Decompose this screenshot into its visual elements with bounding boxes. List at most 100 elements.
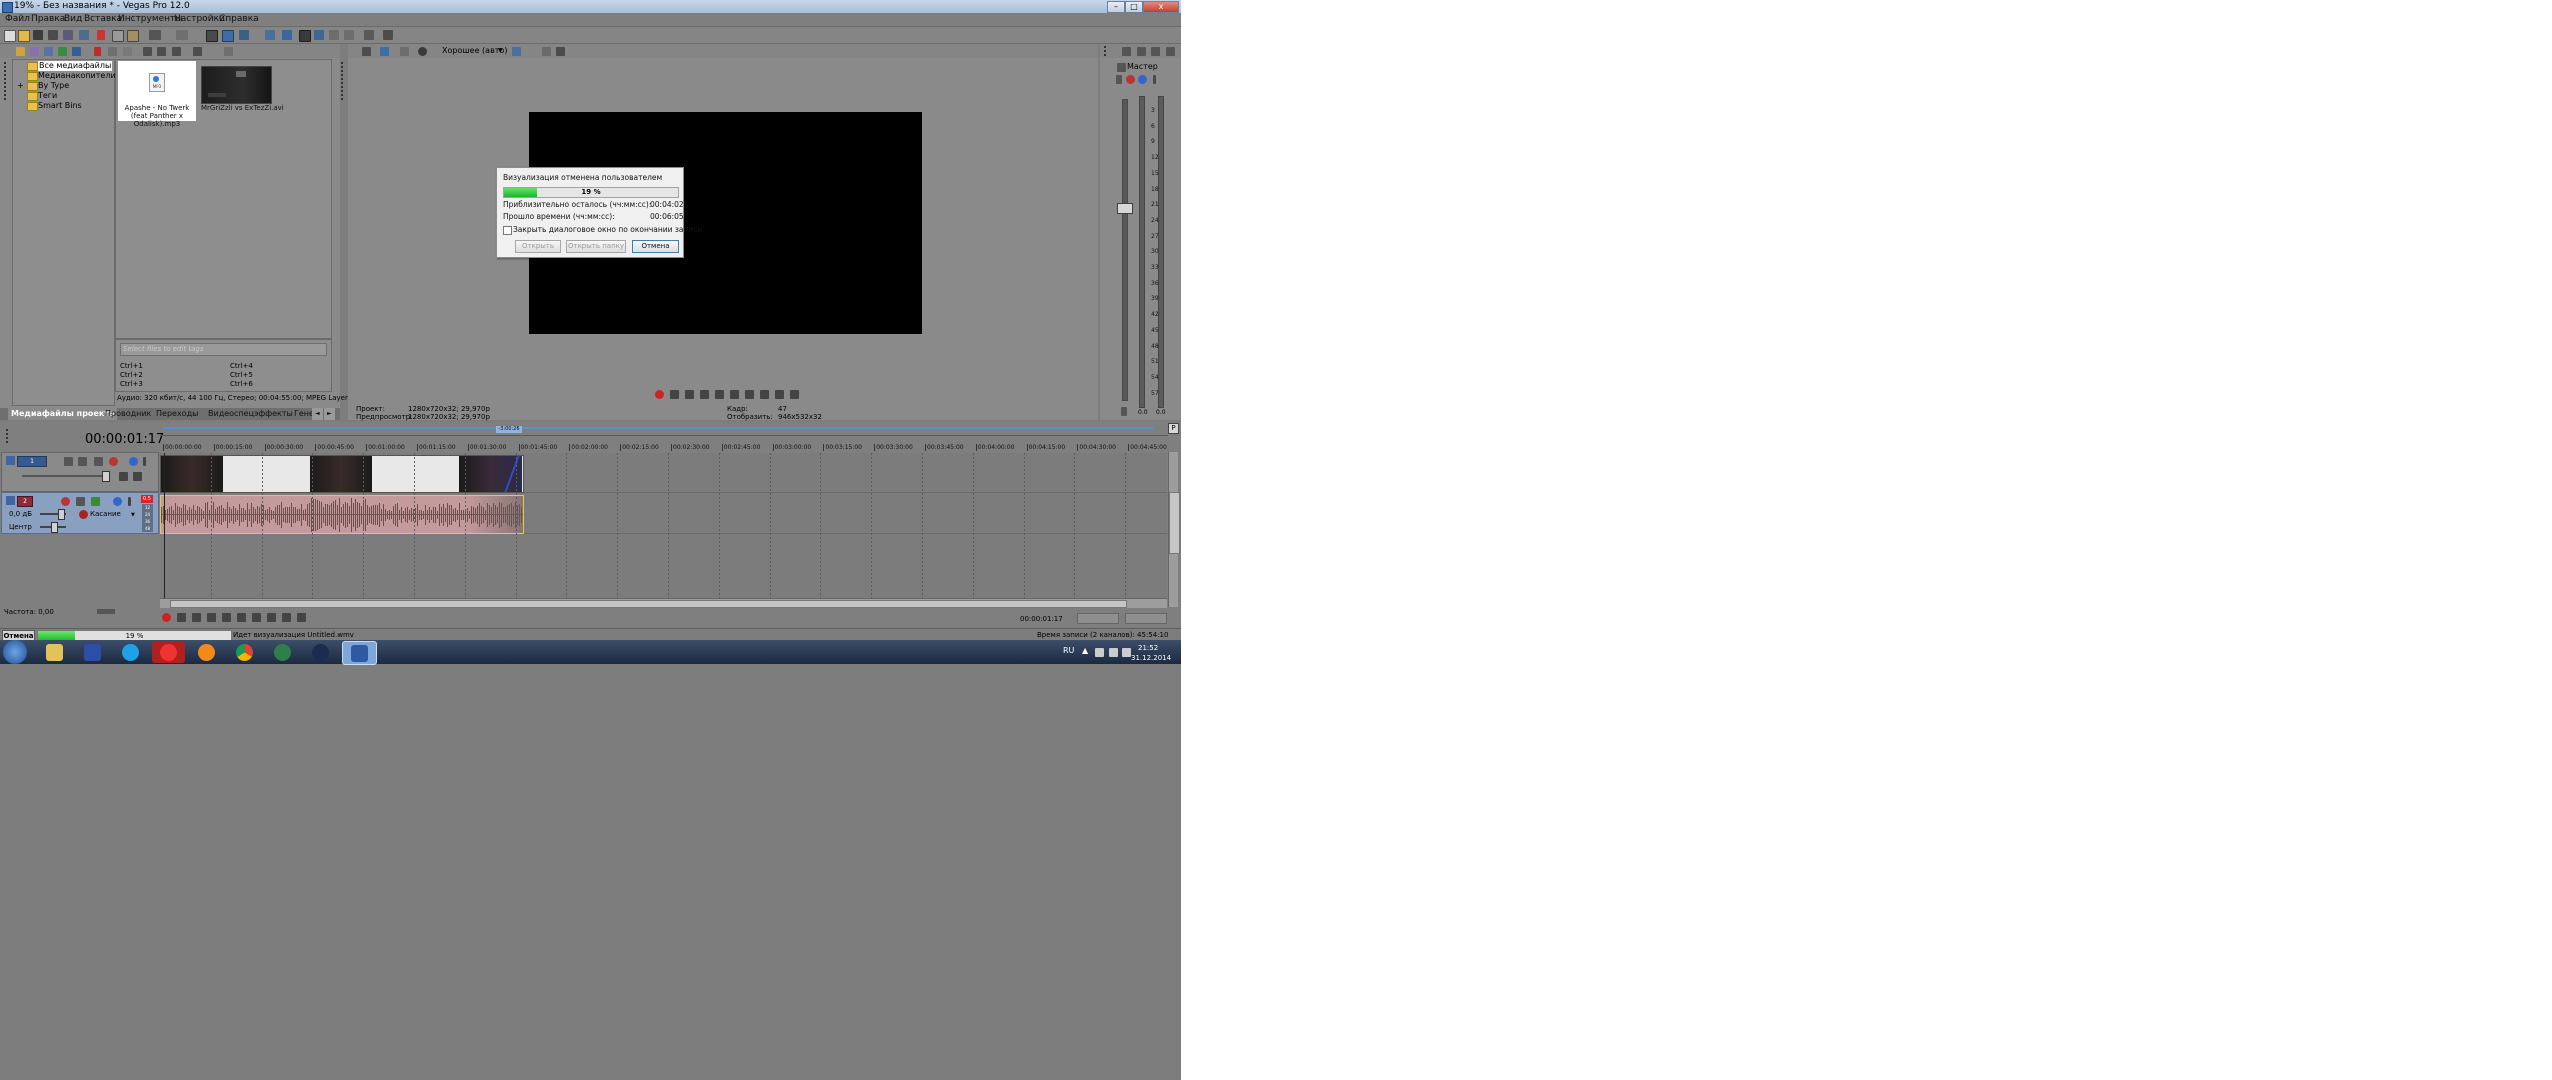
menu-options[interactable]: Настройки [174,13,225,26]
tag-shortcut[interactable]: Ctrl+6 [230,379,253,389]
stop-icon[interactable] [730,390,739,399]
tab-video-fx[interactable]: Видеоспецэффекты [205,408,296,420]
envelope-tool-icon[interactable] [222,30,234,42]
go-to-end-icon[interactable] [760,390,769,399]
timeline-corner-button[interactable]: P [1168,423,1179,434]
go-to-start-icon[interactable] [745,390,754,399]
level-slider-track[interactable] [22,475,102,477]
tree-item-all-media[interactable]: Все медиафайлы [38,61,113,71]
chevron-down-icon[interactable]: ▼ [498,46,503,56]
save-as-icon[interactable] [48,30,58,40]
chevron-down-icon[interactable]: ▼ [131,510,135,520]
play-from-start-icon[interactable] [685,390,694,399]
redo-icon[interactable] [176,30,188,40]
master-props-icon[interactable] [1117,63,1126,72]
next-frame-icon[interactable] [297,613,306,622]
loop-region-bar[interactable] [163,427,1153,429]
lock-envelopes-icon[interactable] [329,30,339,40]
auto-ripple-icon[interactable] [282,30,292,40]
language-indicator[interactable]: RU [1063,646,1074,656]
taskbar-vegas[interactable] [342,641,377,665]
audio-event[interactable] [160,495,524,534]
media-item-avi[interactable]: MrGriZzli vs ExTezZi.avi [201,66,284,112]
loop-icon[interactable] [670,390,679,399]
action-center-icon[interactable] [1122,648,1131,657]
views-icon[interactable] [193,47,202,56]
open-folder-button[interactable]: Открыть папку [566,240,626,253]
copy-snapshot-icon[interactable] [542,47,551,56]
paste-icon[interactable] [127,30,139,42]
go-to-start-icon[interactable] [252,613,261,622]
menu-insert[interactable]: Вставка [84,13,122,26]
clock-time[interactable]: 21:52 [1138,643,1158,653]
playhead-cursor[interactable] [164,453,165,598]
selection-tool-icon[interactable] [239,30,249,40]
previous-frame-icon[interactable] [775,390,784,399]
panel-grip[interactable] [6,429,8,445]
tray-arrow-icon[interactable]: ▲ [1082,646,1088,656]
save-snapshot-icon[interactable] [556,47,565,56]
tree-item-smart-bins[interactable]: Smart Bins [38,101,82,111]
expand-icon[interactable]: + [17,81,24,91]
normal-edit-tool-icon[interactable] [206,30,218,42]
timeline-horizontal-scrollbar[interactable] [160,598,1167,608]
master-mute-icon[interactable] [1116,75,1122,84]
parent-composite-icon[interactable] [119,472,128,481]
mute-icon[interactable] [129,457,138,466]
tab-scroll-left[interactable]: ◄ [312,408,323,420]
selection-length-field[interactable] [1125,613,1167,624]
play-preview-icon[interactable] [143,47,152,56]
audio-fx-icon[interactable] [76,497,85,506]
tags-input[interactable]: Select files to edit tags [120,343,327,356]
menu-file[interactable]: Файл [5,13,30,26]
next-frame-icon[interactable] [790,390,799,399]
automation-mode[interactable]: Касание [90,509,121,519]
taskbar-explorer[interactable] [38,641,71,663]
menu-help[interactable]: Справка [219,13,259,26]
record-icon[interactable] [162,613,171,622]
new-project-icon[interactable] [4,30,16,42]
rate-slider[interactable] [97,609,115,614]
panel-grip[interactable] [1104,46,1106,58]
tag-shortcut[interactable]: Ctrl+3 [120,379,143,389]
whats-this-icon[interactable] [383,30,393,40]
media-item-mp3[interactable]: MP3 Apashe - No Twerk (feat Panther x Od… [118,61,196,128]
maximize-button[interactable]: □ [1125,1,1143,13]
tree-item-media-pool[interactable]: Медианакопители [38,71,116,81]
arm-record-icon[interactable] [61,497,70,506]
media-fx-icon[interactable] [108,47,117,56]
selection-start-field[interactable] [1077,613,1119,624]
overlays-icon[interactable] [512,47,521,56]
panel-grip[interactable] [4,62,6,102]
stop-icon[interactable] [237,613,246,622]
scrollbar-thumb[interactable] [170,600,1127,608]
menu-edit[interactable]: Правка [31,13,65,26]
menu-view[interactable]: Вид [64,13,82,26]
record-icon[interactable] [655,390,664,399]
copy-icon[interactable] [112,30,124,42]
close-button[interactable]: x [1143,1,1179,13]
taskbar-app2[interactable] [266,641,299,663]
preview-fx-icon[interactable] [418,47,427,56]
master-fader-track[interactable] [1122,99,1128,401]
open-folder-icon[interactable] [18,30,30,42]
mute-icon[interactable] [113,497,122,506]
loop-icon[interactable] [177,613,186,622]
network-icon[interactable] [1095,648,1104,657]
taskbar-app3[interactable] [304,641,337,663]
save-icon[interactable] [33,30,43,40]
solo-icon[interactable] [128,497,131,506]
clock-date[interactable]: 31.12.2014 [1131,653,1171,663]
mixer-view-icon[interactable] [1166,47,1175,56]
panel-grip[interactable] [341,62,343,102]
properties-icon[interactable] [79,30,89,40]
start-button[interactable] [3,640,27,664]
search-media-icon[interactable] [224,47,233,56]
pause-icon[interactable] [715,390,724,399]
split-screen-icon[interactable] [400,47,409,56]
child-composite-icon[interactable] [133,472,142,481]
menu-tools[interactable]: Инструменты [118,13,182,26]
remove-unused-icon[interactable] [72,47,81,56]
taskbar-opera[interactable] [152,641,185,663]
master-fx-icon[interactable] [1126,75,1135,84]
